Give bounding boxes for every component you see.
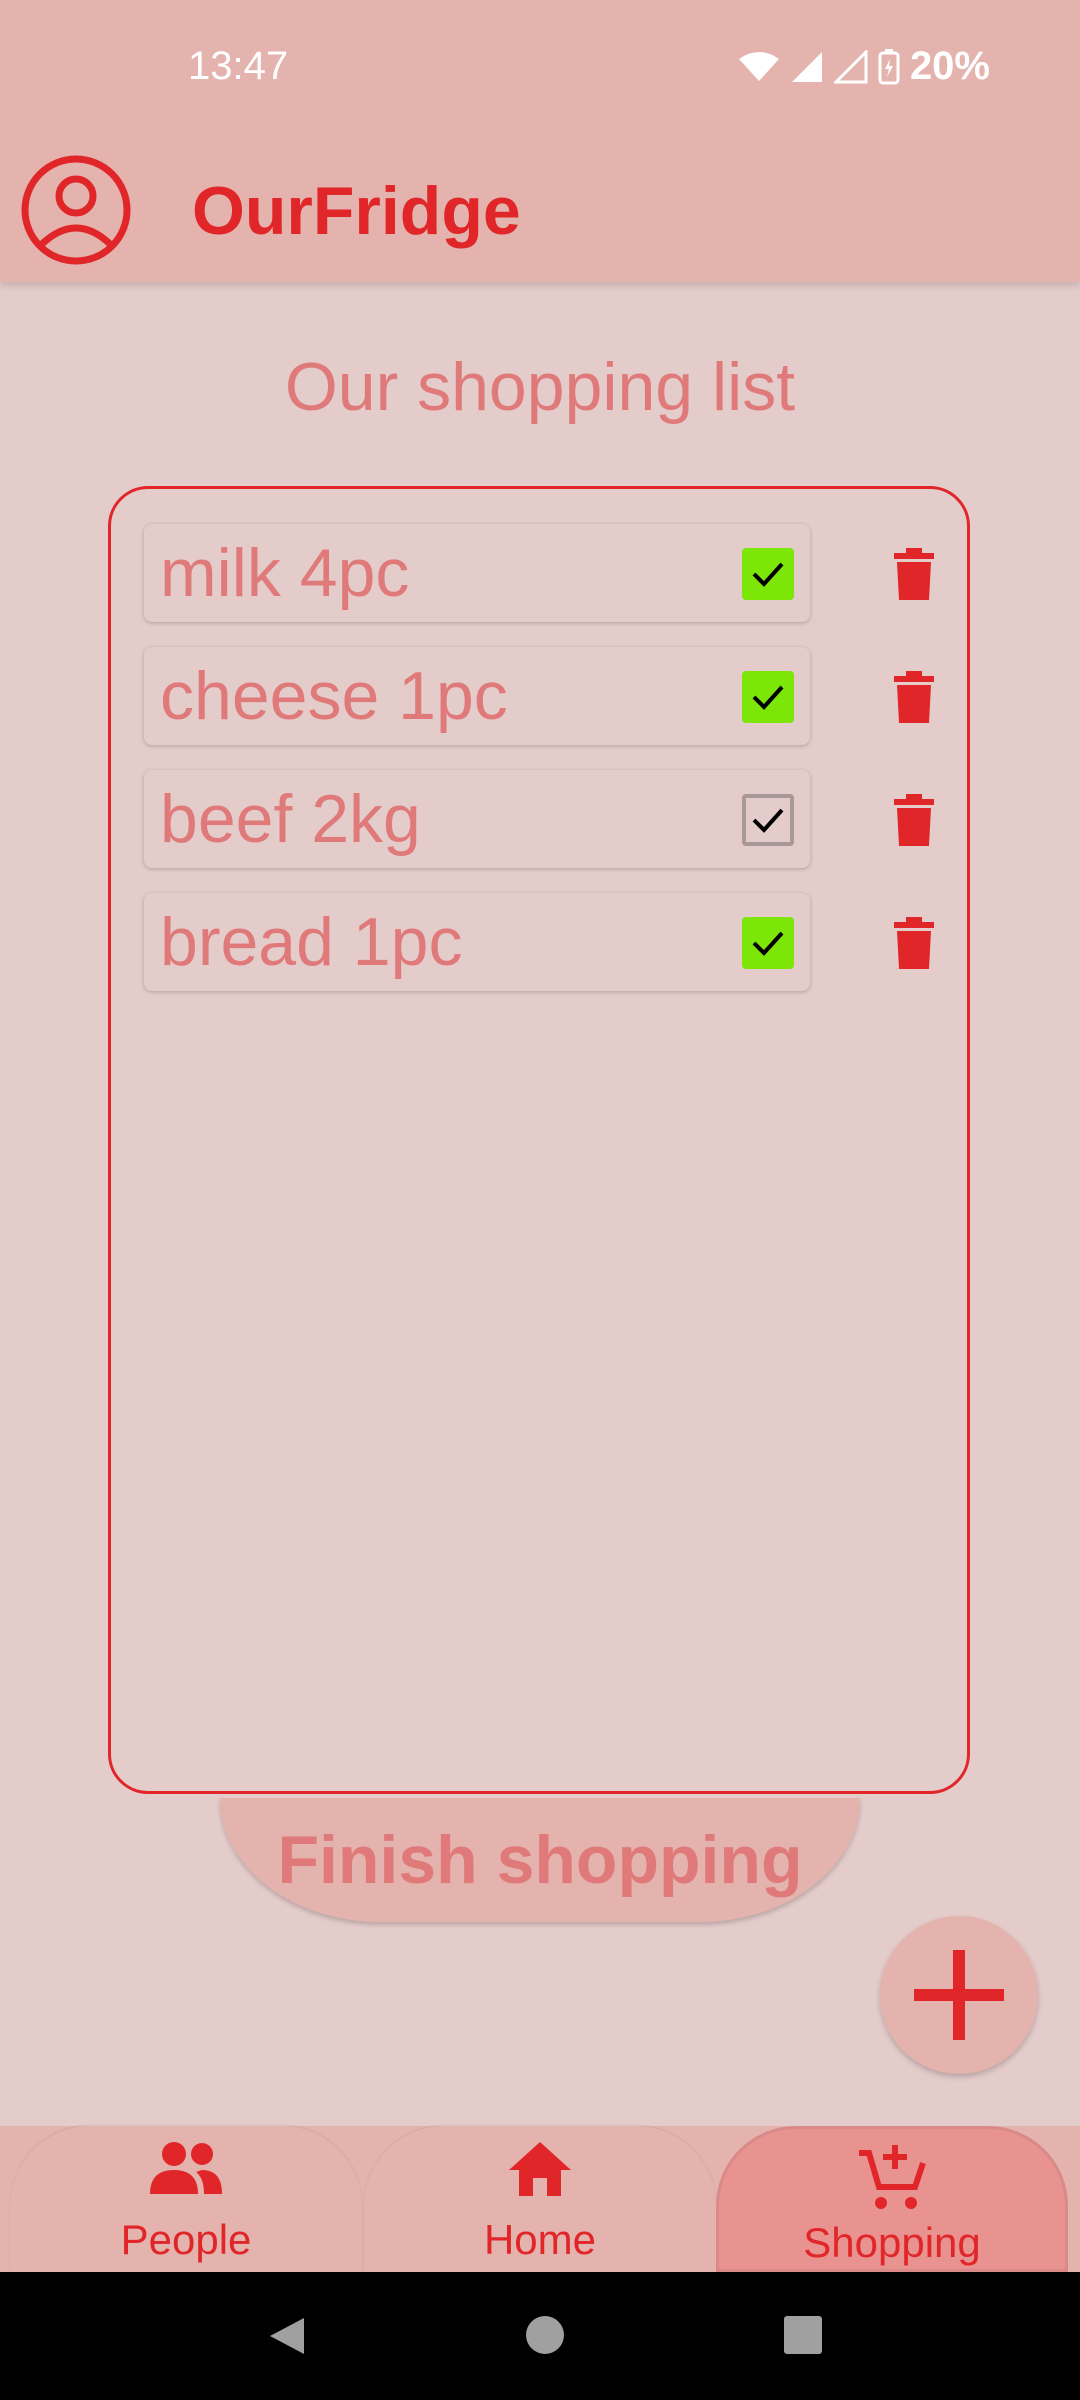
item-label: milk 4pc xyxy=(160,535,410,611)
status-time: 13:47 xyxy=(188,44,289,88)
item-checkbox[interactable] xyxy=(742,671,794,723)
recents-icon[interactable] xyxy=(784,2316,822,2354)
tab-shopping-label: Shopping xyxy=(803,2219,981,2266)
tab-people[interactable]: People xyxy=(10,2126,362,2272)
battery-percentage: 20% xyxy=(909,44,990,88)
app-title: OurFridge xyxy=(192,173,521,249)
status-bar: 13:47 20% xyxy=(0,0,1080,140)
status-icons: 20% xyxy=(738,44,990,89)
tab-people-label: People xyxy=(120,2216,252,2263)
delete-icon[interactable] xyxy=(894,917,934,969)
app-bar: OurFridge xyxy=(0,140,1080,282)
account-circle-icon[interactable] xyxy=(20,154,132,266)
people-icon xyxy=(150,2142,222,2194)
tab-home[interactable]: Home xyxy=(364,2126,716,2272)
list-item: cheese 1pc xyxy=(144,647,810,745)
add-item-button[interactable] xyxy=(880,1916,1038,2074)
back-icon[interactable] xyxy=(268,2316,306,2356)
delete-icon[interactable] xyxy=(894,548,934,600)
list-item: milk 4pc xyxy=(144,524,810,622)
item-label: beef 2kg xyxy=(160,781,421,857)
delete-icon[interactable] xyxy=(894,794,934,846)
signal-hd-icon xyxy=(833,49,868,83)
delete-icon[interactable] xyxy=(894,671,934,723)
tab-home-label: Home xyxy=(483,2216,597,2263)
check-icon xyxy=(752,808,784,833)
system-navigation-bar xyxy=(0,2272,1080,2400)
list-item: beef 2kg xyxy=(144,770,810,868)
signal-icon xyxy=(791,51,822,82)
tab-shopping[interactable]: Shopping xyxy=(716,2126,1068,2272)
bottom-navigation: People Home Shopping xyxy=(0,2126,1080,2272)
wifi-icon xyxy=(738,51,779,81)
check-icon xyxy=(752,931,784,956)
home-icon xyxy=(509,2142,571,2196)
plus-icon xyxy=(914,1950,1004,2040)
item-checkbox[interactable] xyxy=(742,917,794,969)
home-nav-icon[interactable] xyxy=(526,2316,564,2354)
finish-shopping-button[interactable]: Finish shopping xyxy=(220,1798,860,1922)
check-icon xyxy=(752,685,784,710)
item-label: cheese 1pc xyxy=(160,658,508,734)
cart-add-icon xyxy=(859,2145,926,2209)
battery-icon xyxy=(878,48,900,84)
page-title: Our shopping list xyxy=(284,349,796,425)
list-item: bread 1pc xyxy=(144,893,810,991)
check-icon xyxy=(752,562,784,587)
finish-shopping-label: Finish shopping xyxy=(277,1822,803,1898)
item-checkbox[interactable] xyxy=(742,794,794,846)
item-label: bread 1pc xyxy=(160,904,463,980)
item-checkbox[interactable] xyxy=(742,548,794,600)
